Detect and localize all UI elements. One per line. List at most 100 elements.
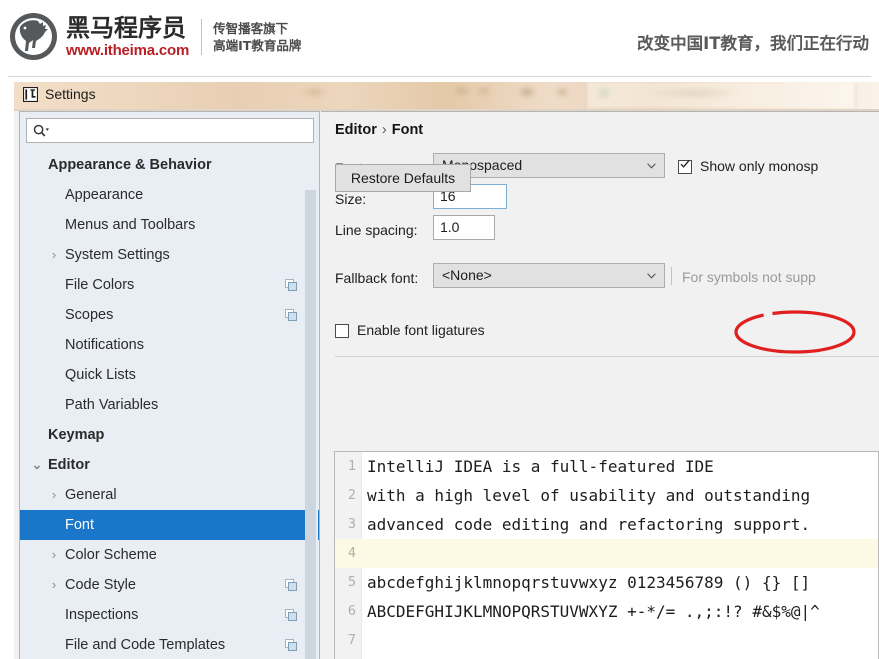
brand-divider	[201, 18, 203, 55]
fallback-font-dropdown[interactable]: <None>	[433, 263, 665, 288]
chevron-right-icon[interactable]: ›	[47, 540, 61, 570]
sidebar-item-file-colors[interactable]: File Colors	[20, 270, 319, 300]
sidebar-scrollbar-track[interactable]	[305, 150, 318, 659]
search-box[interactable]	[26, 118, 314, 143]
sidebar-scrollbar-thumb[interactable]	[305, 190, 316, 659]
enable-font-ligatures-label: Enable font ligatures	[357, 322, 485, 338]
sidebar-item-label: System Settings	[65, 247, 170, 263]
line-number: 5	[347, 574, 356, 590]
settings-content-pane: Editor›Font Font: Monospaced Show only m…	[321, 111, 879, 659]
fallback-font-value: <None>	[442, 267, 492, 283]
sidebar-item-label: Editor	[48, 457, 90, 473]
code-line[interactable]: 1 IntelliJ IDEA is a full-featured IDE	[335, 452, 878, 481]
window-title-bar[interactable]: Settings	[14, 82, 879, 110]
sidebar-item-label: Menus and Toolbars	[65, 217, 196, 233]
chevron-down-icon[interactable]	[647, 163, 656, 169]
line-spacing-label: Line spacing:	[335, 222, 418, 238]
sidebar-item-label: Color Scheme	[65, 547, 157, 563]
line-text: with a high level of usability and outst…	[367, 486, 811, 505]
copy-icon[interactable]	[285, 609, 297, 621]
code-line[interactable]: 7	[335, 626, 878, 655]
code-line[interactable]: 6 ABCDEFGHIJKLMNOPQRSTUVWXYZ +-*/= .,;:!?…	[335, 597, 878, 626]
line-number: 6	[347, 603, 356, 619]
sidebar-item-label: Quick Lists	[65, 367, 136, 383]
copy-icon[interactable]	[285, 639, 297, 651]
sidebar-item-code-style[interactable]: › Code Style	[20, 570, 319, 600]
brand-tagline-line2: 高端IT教育品牌	[213, 37, 302, 53]
hint-divider	[671, 267, 672, 285]
sidebar-item-file-and-code-templates[interactable]: File and Code Templates	[20, 630, 319, 659]
line-text: ABCDEFGHIJKLMNOPQRSTUVWXYZ +-*/= .,;:!? …	[367, 602, 820, 621]
sidebar-item-font[interactable]: Font	[20, 510, 319, 540]
line-spacing-input[interactable]: 1.0	[433, 215, 495, 240]
intellij-idea-icon	[23, 87, 38, 102]
sidebar-item-label: Appearance	[65, 187, 144, 203]
size-label: Size:	[335, 191, 367, 207]
chevron-down-icon[interactable]	[647, 273, 656, 279]
sidebar-item-color-scheme[interactable]: › Color Scheme	[20, 540, 319, 570]
brand-slogan: 改变中国IT教育，我们正在行动	[637, 34, 869, 53]
sidebar-item-quick-lists[interactable]: Quick Lists	[20, 360, 319, 390]
horse-glyph-icon	[19, 20, 48, 51]
sidebar-item-label: Appearance & Behavior	[48, 157, 212, 173]
brand-name-cn: 黑马程序员	[66, 13, 186, 42]
breadcrumb-separator: ›	[381, 122, 387, 138]
line-text: advanced code editing and refactoring su…	[367, 515, 811, 534]
breadcrumb-current: Font	[391, 122, 424, 138]
sidebar-item-general[interactable]: › General	[20, 480, 319, 510]
sidebar-item-menus-and-toolbars[interactable]: Menus and Toolbars	[20, 210, 319, 240]
brand-tagline-line1: 传智播客旗下	[213, 20, 289, 36]
breadcrumb-parent[interactable]: Editor	[335, 122, 377, 138]
brand-wordmark: 黑马程序员 www.itheima.com	[66, 16, 189, 58]
chevron-right-icon[interactable]: ›	[47, 240, 61, 270]
sidebar-item-system-settings[interactable]: › System Settings	[20, 240, 319, 270]
copy-icon[interactable]	[285, 579, 297, 591]
code-line[interactable]: 4	[335, 539, 878, 568]
sidebar-item-editor[interactable]: ⌄ Editor	[20, 450, 319, 480]
code-line[interactable]: 8	[335, 655, 878, 659]
checkbox-box[interactable]	[335, 324, 349, 338]
show-only-monospaced-label: Show only monosp	[700, 158, 819, 174]
line-text: abcdefghijklmnopqrstuvwxyz 0123456789 ()…	[367, 573, 811, 592]
sidebar-item-appearance-behavior[interactable]: Appearance & Behavior	[20, 150, 319, 180]
chevron-right-icon[interactable]: ›	[47, 480, 61, 510]
code-line[interactable]: 2 with a high level of usability and outs…	[335, 481, 878, 510]
sidebar-item-label: Inspections	[65, 607, 139, 623]
line-number: 7	[347, 632, 356, 648]
background-tab-blur	[586, 82, 856, 108]
header-divider	[8, 76, 871, 77]
line-spacing-value: 1.0	[440, 219, 460, 235]
fallback-font-label: Fallback font:	[335, 270, 419, 286]
sidebar-item-path-variables[interactable]: Path Variables	[20, 390, 319, 420]
copy-icon[interactable]	[285, 279, 297, 291]
breadcrumb: Editor › Font	[335, 122, 423, 138]
line-number: 8	[335, 655, 356, 659]
sidebar-item-label: Keymap	[48, 427, 105, 443]
check-icon	[680, 160, 690, 168]
line-number: 2	[347, 487, 356, 503]
sidebar-item-inspections[interactable]: Inspections	[20, 600, 319, 630]
search-icon[interactable]	[33, 124, 49, 138]
sidebar-item-label: File Colors	[65, 277, 135, 293]
font-preview-editor[interactable]: 1 IntelliJ IDEA is a full-featured IDE 2 wi…	[334, 451, 879, 659]
settings-window: Settings Appearance & Behavior Appearance…	[14, 82, 879, 659]
sidebar-item-notifications[interactable]: Notifications	[20, 330, 319, 360]
settings-body: Appearance & Behavior Appearance Menus and…	[14, 111, 879, 659]
sidebar-item-appearance[interactable]: Appearance	[20, 180, 319, 210]
section-divider	[335, 356, 879, 357]
window-title: Settings	[45, 86, 96, 102]
brand-url: www.itheima.com	[66, 41, 190, 59]
copy-icon[interactable]	[285, 309, 297, 321]
line-number: 3	[347, 516, 356, 532]
line-text: IntelliJ IDEA is a full-featured IDE	[367, 457, 714, 476]
restore-defaults-button[interactable]: Restore Defaults	[335, 164, 471, 192]
sidebar-item-scopes[interactable]: Scopes	[20, 300, 319, 330]
sidebar-item-label: Font	[65, 517, 95, 533]
sidebar-item-keymap[interactable]: Keymap	[20, 420, 319, 450]
code-line[interactable]: 3 advanced code editing and refactoring s…	[335, 510, 878, 539]
code-line[interactable]: 5 abcdefghijklmnopqrstuvwxyz 0123456789 (…	[335, 568, 878, 597]
chevron-down-icon[interactable]: ⌄	[30, 450, 44, 480]
chevron-right-icon[interactable]: ›	[47, 570, 61, 600]
sidebar-item-label: Notifications	[65, 337, 144, 353]
search-input[interactable]	[53, 122, 308, 140]
